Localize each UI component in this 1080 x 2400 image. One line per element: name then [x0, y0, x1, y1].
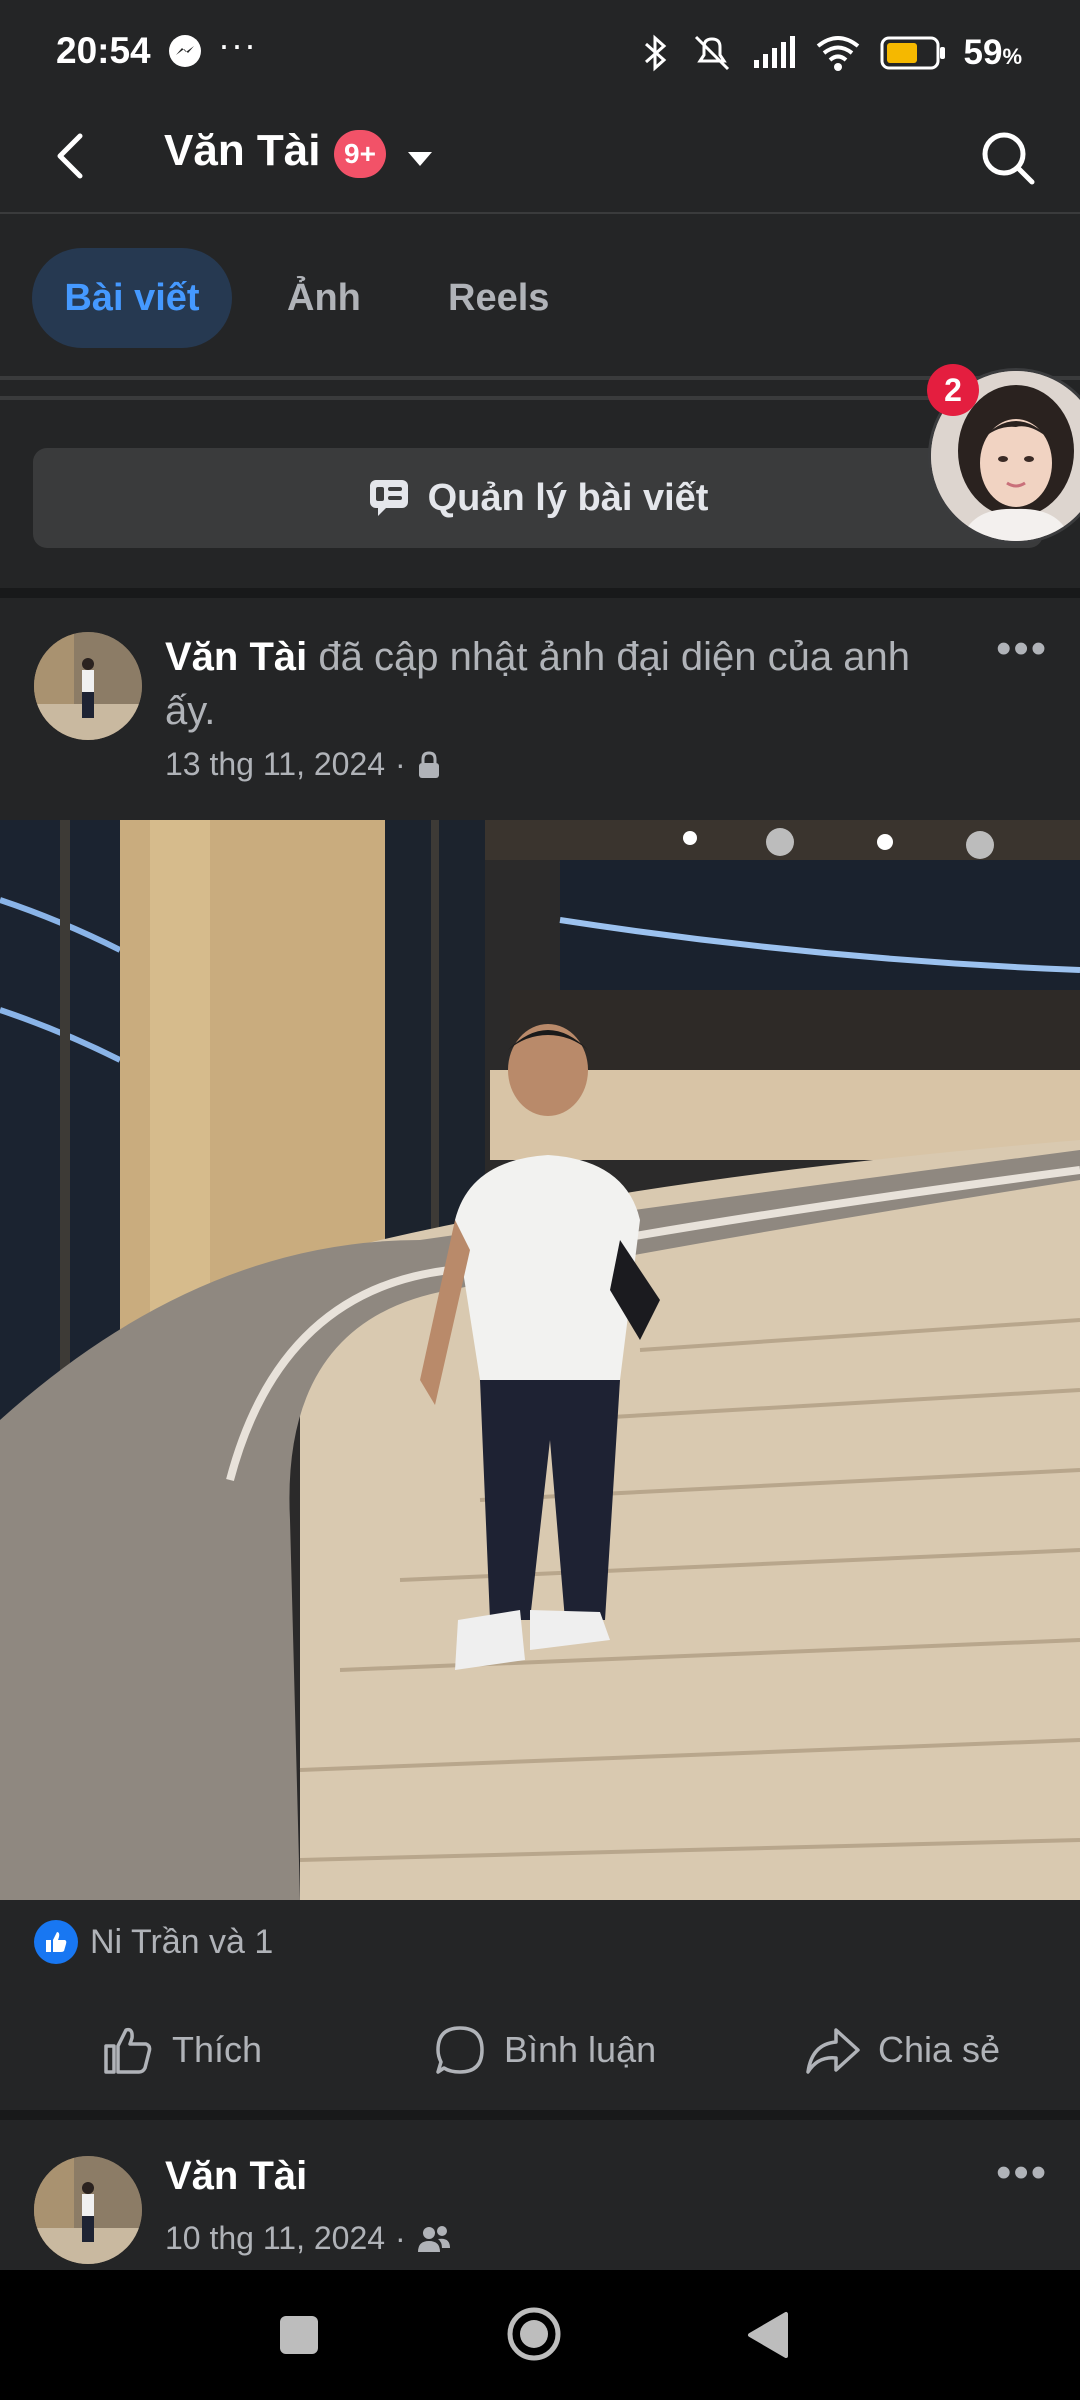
profile-tabs: Bài viết Ảnh Reels [0, 214, 1080, 376]
avatar-photo [34, 632, 142, 740]
post-photo[interactable] [0, 820, 1080, 1900]
comment-icon [436, 2026, 484, 2074]
bluetooth-icon [644, 34, 666, 72]
comment-label: Bình luận [504, 2029, 657, 2070]
reactions-summary[interactable]: Ni Trần và 1 [34, 1920, 273, 1964]
more-notifications-icon: ··· [218, 24, 257, 65]
messenger-icon [169, 35, 201, 67]
meta-separator: · [395, 2220, 406, 2256]
like-reaction-icon [34, 1920, 78, 1964]
battery-percent-unit: % [1002, 44, 1022, 69]
manage-posts-button[interactable]: Quản lý bài viết [33, 448, 1043, 548]
profile-header: Văn Tài 9+ [0, 106, 1080, 214]
profile-name[interactable]: Văn Tài [164, 126, 321, 176]
post-more-icon[interactable]: ••• [996, 2148, 1048, 2198]
manage-posts-icon [369, 480, 408, 516]
post-author-name[interactable]: Văn Tài [165, 2154, 307, 2199]
lock-icon [418, 750, 439, 778]
post-photo-image [0, 820, 1080, 1900]
post-author-avatar[interactable] [34, 2156, 142, 2264]
search-icon[interactable] [978, 128, 1038, 188]
post-header-text: Văn Tài đã cập nhật ảnh đại diện của anh… [165, 630, 925, 738]
friends-icon [417, 2225, 450, 2252]
comment-button[interactable]: Bình luận [432, 1990, 656, 2110]
status-icons: 59% [638, 28, 1023, 78]
manage-posts-label: Quản lý bài viết [427, 476, 709, 519]
chat-head-badge: 2 [927, 364, 979, 416]
share-label: Chia sẻ [878, 2029, 1001, 2070]
avatar-photo [34, 2156, 142, 2264]
divider [0, 396, 1080, 400]
tab-photos[interactable]: Ảnh [287, 248, 361, 348]
status-bar: 20:54 ··· 59% [0, 0, 1080, 106]
like-label: Thích [172, 2029, 263, 2070]
section-divider [0, 2110, 1080, 2120]
post-date[interactable]: 13 thg 11, 2024 [165, 746, 385, 783]
share-button[interactable]: Chia sẻ [804, 1990, 1000, 2110]
share-icon [806, 2028, 860, 2074]
post-author-name[interactable]: Văn Tài [165, 635, 307, 679]
post-more-icon[interactable]: ••• [996, 624, 1048, 674]
battery-percent-value: 59 [963, 33, 1003, 72]
battery-percent: 59% [964, 33, 1023, 73]
recent-apps-icon[interactable] [280, 2316, 318, 2354]
notification-badge: 9+ [334, 130, 386, 178]
chevron-down-icon[interactable] [404, 142, 436, 174]
section-divider [0, 588, 1080, 598]
mute-icon [694, 35, 729, 71]
thumbs-up-icon [104, 2027, 152, 2074]
meta-separator: · [395, 746, 406, 782]
wifi-icon [816, 36, 859, 71]
post-date[interactable]: 10 thg 11, 2024 [165, 2220, 385, 2257]
home-icon[interactable] [506, 2306, 562, 2362]
battery-icon [880, 36, 945, 70]
tab-reels[interactable]: Reels [448, 248, 549, 348]
post-meta: 10 thg 11, 2024 · [165, 2220, 452, 2257]
back-arrow-icon[interactable] [44, 128, 100, 184]
tab-posts[interactable]: Bài viết [32, 248, 232, 348]
back-triangle-icon[interactable] [744, 2310, 792, 2360]
like-button[interactable]: Thích [100, 1990, 262, 2110]
post-meta: 13 thg 11, 2024 · [165, 746, 442, 783]
status-time: 20:54 [56, 30, 151, 71]
divider [0, 376, 1080, 380]
reactions-text: Ni Trần và 1 [90, 1922, 274, 1961]
post-actions: Thích Bình luận Chia sẻ [0, 1990, 1080, 2110]
signal-icon [753, 36, 795, 68]
system-navigation-bar [0, 2270, 1080, 2400]
post-author-avatar[interactable] [34, 632, 142, 740]
